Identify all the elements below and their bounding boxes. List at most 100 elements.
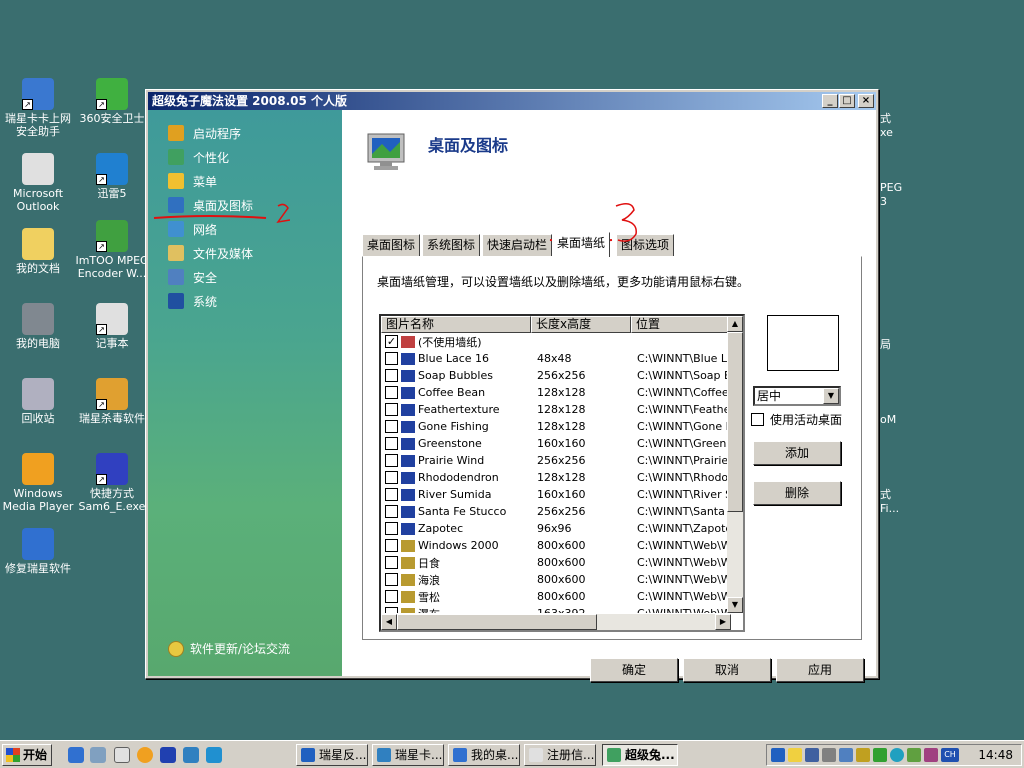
table-row[interactable]: Windows 2000 800x600 C:\WINNT\Web\Wa — [381, 537, 731, 554]
active-desktop-checkbox[interactable] — [751, 413, 764, 426]
desktop-icon-my-computer[interactable]: 我的电脑 — [0, 303, 76, 350]
wallpaper-checkbox[interactable] — [385, 488, 398, 501]
display-tray-icon[interactable] — [839, 748, 853, 762]
scroll-right-icon[interactable]: ▶ — [715, 614, 731, 630]
position-select[interactable]: 居中 ▼ — [753, 386, 841, 406]
horizontal-scrollbar[interactable]: ◀ ▶ — [381, 614, 731, 630]
column-header-size[interactable]: 长度x高度 — [531, 316, 631, 333]
scroll-left-icon[interactable]: ◀ — [381, 614, 397, 630]
table-row[interactable]: ✓ (不使用墙纸) — [381, 333, 731, 350]
desktop-icon-repair-rising[interactable]: 修复瑞星软件 — [0, 528, 76, 575]
wallpaper-checkbox[interactable] — [385, 471, 398, 484]
ime-indicator[interactable]: CH — [941, 748, 959, 762]
sidebar-item-startup[interactable]: 启动程序 — [168, 124, 241, 142]
tab-quick-launch[interactable]: 快速启动栏 — [482, 234, 553, 256]
media-player-quicklaunch-icon[interactable] — [137, 747, 153, 763]
table-row[interactable]: Zapotec 96x96 C:\WINNT\Zapotec — [381, 520, 731, 537]
taskbar-button[interactable]: 注册信... — [524, 744, 596, 766]
table-row[interactable]: 海浪 800x600 C:\WINNT\Web\Wa — [381, 571, 731, 588]
software-update-link[interactable]: 软件更新/论坛交流 — [168, 640, 290, 657]
wallpaper-checkbox[interactable]: ✓ — [385, 335, 398, 348]
desktop-icon-notepad[interactable]: ↗ 记事本 — [74, 303, 150, 350]
internet-explorer-icon[interactable] — [68, 747, 84, 763]
sidebar-item-system[interactable]: 系统 — [168, 292, 217, 310]
table-row[interactable]: 雪松 800x600 C:\WINNT\Web\Wa — [381, 588, 731, 605]
title-bar[interactable]: 超级兔子魔法设置 2008.05 个人版 _ □ × — [148, 92, 876, 110]
rising-tray-icon[interactable] — [771, 748, 785, 762]
wallpaper-checkbox[interactable] — [385, 454, 398, 467]
apply-button[interactable]: 应用 — [776, 658, 864, 682]
ok-button[interactable]: 确定 — [590, 658, 678, 682]
cancel-button[interactable]: 取消 — [683, 658, 771, 682]
sidebar-item-menu[interactable]: 菜单 — [168, 172, 217, 190]
desktop-icon-media-player[interactable]: Windows Media Player — [0, 453, 76, 513]
table-row[interactable]: River Sumida 160x160 C:\WINNT\River Su — [381, 486, 731, 503]
wallpaper-checkbox[interactable] — [385, 590, 398, 603]
taskbar-button[interactable]: 超级兔... — [602, 744, 678, 766]
settings-tray-icon[interactable] — [856, 748, 870, 762]
column-header-location[interactable]: 位置 — [631, 316, 731, 333]
network-quicklaunch-icon[interactable] — [90, 747, 106, 763]
table-row[interactable]: Feathertexture 128x128 C:\WINNT\Feather — [381, 401, 731, 418]
desktop-icon-my-documents[interactable]: 我的文档 — [0, 228, 76, 275]
start-button[interactable]: 开始 — [2, 744, 52, 766]
vertical-scroll-thumb[interactable] — [727, 332, 743, 512]
desktop-icon-thunder[interactable]: ↗ 迅雷5 — [74, 153, 150, 200]
tab-icon-options[interactable]: 图标选项 — [616, 234, 675, 256]
thunder-quicklaunch-icon[interactable] — [206, 747, 222, 763]
chevron-down-icon[interactable]: ▼ — [823, 388, 839, 404]
desktop-icon-recycle-bin[interactable]: 回收站 — [0, 378, 76, 425]
table-row[interactable]: Blue Lace 16 48x48 C:\WINNT\Blue Lace — [381, 350, 731, 367]
table-row[interactable]: 日食 800x600 C:\WINNT\Web\Wa — [381, 554, 731, 571]
printer-icon[interactable] — [822, 748, 836, 762]
horizontal-scroll-thumb[interactable] — [397, 614, 597, 630]
wallpaper-checkbox[interactable] — [385, 607, 398, 613]
table-row[interactable]: Prairie Wind 256x256 C:\WINNT\Prairie W — [381, 452, 731, 469]
wallpaper-checkbox[interactable] — [385, 403, 398, 416]
scroll-down-icon[interactable]: ▼ — [727, 597, 743, 613]
taskbar-button[interactable]: 我的桌... — [448, 744, 520, 766]
sidebar-item-security[interactable]: 安全 — [168, 268, 217, 286]
table-row[interactable]: Rhododendron 128x128 C:\WINNT\Rhododd — [381, 469, 731, 486]
wallpaper-checkbox[interactable] — [385, 573, 398, 586]
wallpaper-checkbox[interactable] — [385, 539, 398, 552]
table-row[interactable]: Soap Bubbles 256x256 C:\WINNT\Soap Bu — [381, 367, 731, 384]
sidebar-item-desktop-icons[interactable]: 桌面及图标 — [168, 196, 253, 214]
anchor-quicklaunch-icon[interactable] — [160, 747, 176, 763]
close-button[interactable]: × — [858, 94, 874, 108]
wallpaper-checkbox[interactable] — [385, 420, 398, 433]
app-tray-icon[interactable] — [924, 748, 938, 762]
tab-system-icons[interactable]: 系统图标 — [422, 234, 481, 256]
globe-tray-icon[interactable] — [890, 748, 904, 762]
sidebar-item-network[interactable]: 网络 — [168, 220, 217, 238]
delete-button[interactable]: 删除 — [753, 481, 841, 505]
volume-icon[interactable] — [788, 748, 802, 762]
taskbar-button[interactable]: 瑞星卡... — [372, 744, 444, 766]
desktop-icon-360-security[interactable]: ↗ 360安全卫士 — [74, 78, 150, 125]
maximize-button[interactable]: □ — [839, 94, 855, 108]
desktop-icon-imtoo-encoder[interactable]: ↗ ImTOO MPEG Encoder W... — [74, 220, 150, 280]
network-tray-icon[interactable] — [805, 748, 819, 762]
desktop-icon-sam6-shortcut[interactable]: ↗ 快捷方式 Sam6_E.exe — [74, 453, 150, 513]
wallpaper-checkbox[interactable] — [385, 556, 398, 569]
table-row[interactable]: 瀑布 163x392C:\WINNT\Web\Wa — [381, 605, 731, 613]
scroll-up-icon[interactable]: ▲ — [727, 316, 743, 332]
minimize-button[interactable]: _ — [822, 94, 838, 108]
wallpaper-list[interactable]: 图片名称 长度x高度 位置 ✓ (不使用墙纸) Blue Lace 16 48x48 C… — [379, 314, 745, 632]
vertical-scrollbar[interactable]: ▲ ▼ — [727, 316, 743, 613]
wallpaper-checkbox[interactable] — [385, 386, 398, 399]
taskbar-button[interactable]: 瑞星反... — [296, 744, 368, 766]
table-row[interactable]: Gone Fishing 128x128 C:\WINNT\Gone Fis — [381, 418, 731, 435]
desktop-icon-outlook[interactable]: Microsoft Outlook — [0, 153, 76, 213]
sidebar-item-personalize[interactable]: 个性化 — [168, 148, 229, 166]
sidebar-item-file-media[interactable]: 文件及媒体 — [168, 244, 253, 262]
column-header-name[interactable]: 图片名称 — [381, 316, 531, 333]
wallpaper-checkbox[interactable] — [385, 505, 398, 518]
desktop-icon-rising-assistant[interactable]: ↗ 瑞星卡卡上网安全助手 — [0, 78, 76, 138]
active-desktop-option[interactable]: 使用活动桌面 — [751, 411, 842, 428]
tab-desktop-icons[interactable]: 桌面图标 — [362, 234, 421, 256]
app-tray-icon[interactable] — [907, 748, 921, 762]
desktop-icon-rising-antivirus[interactable]: ↗ 瑞星杀毒软件 — [74, 378, 150, 425]
notepad-quicklaunch-icon[interactable] — [114, 747, 130, 763]
add-button[interactable]: 添加 — [753, 441, 841, 465]
